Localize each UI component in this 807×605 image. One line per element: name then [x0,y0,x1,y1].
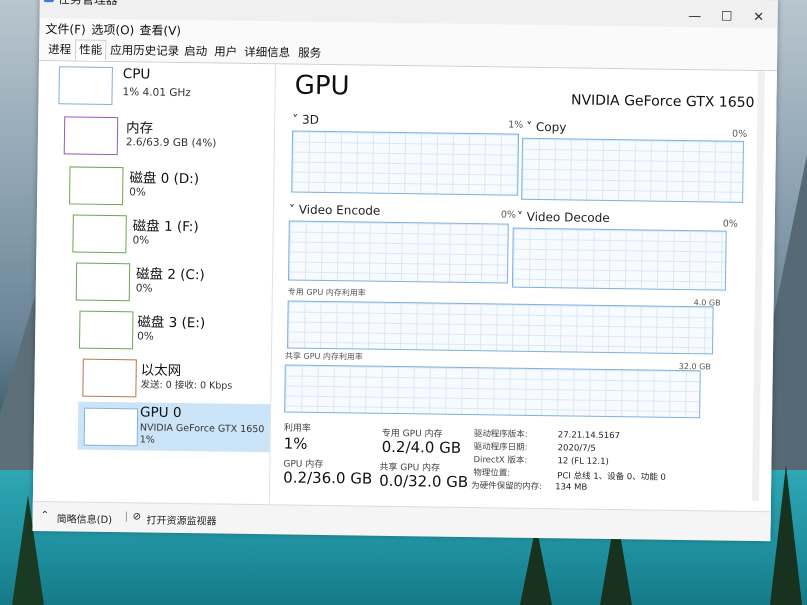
engine-label-3d[interactable]: ˅ 3D [292,113,319,127]
sidebar-item-sub: 发送: 0 接收: 0 Kbps [140,379,233,392]
graph-copy [521,137,744,203]
driver-version-key: 驱动程序版本: [473,429,528,440]
utilization-value: 1% [283,434,308,453]
sidebar-item-label: 磁盘 0 (D:) [129,170,200,188]
cpu-thumbnail [58,66,113,106]
resource-sidebar: CPU 1% 4.01 GHz 内存 2.6/63.9 GB (4%) 磁盘 0… [32,60,276,505]
vertical-scrollbar[interactable] [751,71,765,502]
sidebar-item-sub: 0% [129,186,146,199]
sidebar-item-memory[interactable]: 内存 2.6/63.9 GB (4%) [38,111,275,160]
dedicated-memory-label: 专用 GPU 内存利用率 [287,287,366,298]
graph-dedicated-memory [287,300,714,355]
driver-date-value: 2020/7/5 [557,443,596,454]
open-resource-monitor-link[interactable]: 打开资源监视器 [147,512,217,528]
sidebar-item-label: 磁盘 2 (C:) [135,266,205,284]
driver-version-value: 27.21.14.5167 [557,430,621,442]
reserved-memory-key: 为硬件保留的内存: [471,481,543,493]
gpu-memory-value: 0.2/36.0 GB [283,468,373,488]
disk-thumbnail [72,214,127,254]
sidebar-item-sub2: 1% [139,434,155,446]
engine-label-video-encode[interactable]: ˅ Video Encode [289,202,381,217]
tab-users[interactable]: 用户 [211,42,240,61]
sidebar-item-cpu[interactable]: CPU 1% 4.01 GHz [38,61,275,110]
close-icon[interactable]: ✕ [744,10,774,25]
graph-video-decode [511,227,727,291]
chevron-up-icon[interactable]: ⌃ [41,510,50,521]
utilization-label: 利用率 [283,423,311,434]
menu-file[interactable]: 文件(F) [45,20,86,38]
shared-memory-label: 共享 GPU 内存利用率 [284,351,363,362]
sidebar-item-disk0[interactable]: 磁盘 0 (D:) 0% [37,161,274,210]
sidebar-item-label: CPU [122,66,151,83]
sidebar-item-sub: 1% 4.01 GHz [122,86,191,100]
disk-thumbnail [69,166,124,206]
directx-version-key: DirectX 版本: [473,455,528,466]
tab-performance[interactable]: 性能 [75,39,107,61]
engine-label-video-decode[interactable]: ˅ Video Decode [517,210,610,225]
sidebar-item-sub: 0% [137,330,154,343]
engine-pct-copy: 0% [731,128,748,140]
engine-label-copy[interactable]: ˅ Copy [526,120,566,135]
tab-details[interactable]: 详细信息 [241,43,293,63]
disk-thumbnail [78,310,134,350]
physical-location-key: 物理位置: [473,468,511,479]
physical-location-value: PCI 总线 1、设备 0、功能 0 [557,471,666,483]
gpu-model-name: NVIDIA GeForce GTX 1650 [570,92,755,111]
gpu-thumbnail [83,407,139,447]
driver-date-key: 驱动程序日期: [473,442,528,453]
engine-name: 3D [301,112,320,127]
sidebar-item-sub: 0% [132,234,150,247]
resource-monitor-icon: ⊘ [132,511,142,523]
tab-startup[interactable]: 启动 [181,42,210,61]
fewer-details-link[interactable]: 简略信息(D) [57,510,113,526]
engine-pct-3d: 1% [508,119,524,131]
sidebar-item-ethernet[interactable]: 以太网 发送: 0 接收: 0 Kbps [34,353,271,402]
sidebar-item-sub: NVIDIA GeForce GTX 1650 [139,422,265,436]
reserved-memory-value: 134 MB [555,482,588,493]
sidebar-item-disk2[interactable]: 磁盘 2 (C:) 0% [36,257,273,306]
window-title: 任务管理器 [58,0,118,8]
menu-view[interactable]: 查看(V) [139,21,181,39]
maximize-icon[interactable]: ☐ [712,9,742,25]
tab-services[interactable]: 服务 [295,44,324,63]
sidebar-item-disk1[interactable]: 磁盘 1 (F:) 0% [36,209,273,258]
engine-name: Video Decode [526,209,610,225]
ethernet-thumbnail [82,358,137,398]
page-title: GPU [294,70,350,102]
task-manager-icon [43,0,54,3]
divider: | [124,511,129,523]
sidebar-item-label: GPU 0 [139,404,182,422]
sidebar-item-label: 内存 [125,120,154,137]
graph-video-encode [287,220,509,284]
sidebar-item-sub: 0% [135,282,153,295]
menu-options[interactable]: 选项(O) [91,21,134,39]
task-manager-window: 任务管理器 — ☐ ✕ 文件(F) 选项(O) 查看(V) 进程 性能 应用历史… [32,0,778,542]
shared-memory-stat-value: 0.0/32.0 GB [379,471,469,492]
graph-3d [291,130,520,196]
tab-app-history[interactable]: 应用历史记录 [107,41,182,61]
content-area: CPU 1% 4.01 GHz 内存 2.6/63.9 GB (4%) 磁盘 0… [32,60,777,542]
sidebar-item-disk3[interactable]: 磁盘 3 (E:) 0% [35,305,272,354]
memory-thumbnail [63,116,119,156]
engine-pct-video-decode: 0% [722,218,738,230]
sidebar-item-sub: 2.6/63.9 GB (4%) [125,136,217,150]
engine-name: Copy [535,119,567,135]
sidebar-item-label: 磁盘 3 (E:) [137,314,206,332]
directx-version-value: 12 (FL 12.1) [557,456,609,467]
sidebar-item-label: 磁盘 1 (F:) [132,218,199,236]
gpu-detail-panel: GPU NVIDIA GeForce GTX 1650 ˅ 3D 1% ˅ Co… [281,64,767,502]
tab-processes[interactable]: 进程 [45,40,74,59]
sidebar-item-gpu0[interactable]: GPU 0 NVIDIA GeForce GTX 1650 1% [77,401,271,453]
disk-thumbnail [75,262,131,302]
engine-name: Video Encode [298,202,381,218]
minimize-icon[interactable]: — [680,9,710,24]
dedicated-memory-stat-value: 0.2/4.0 GB [381,437,462,457]
graph-shared-memory [284,364,701,419]
engine-pct-video-encode: 0% [500,209,517,221]
